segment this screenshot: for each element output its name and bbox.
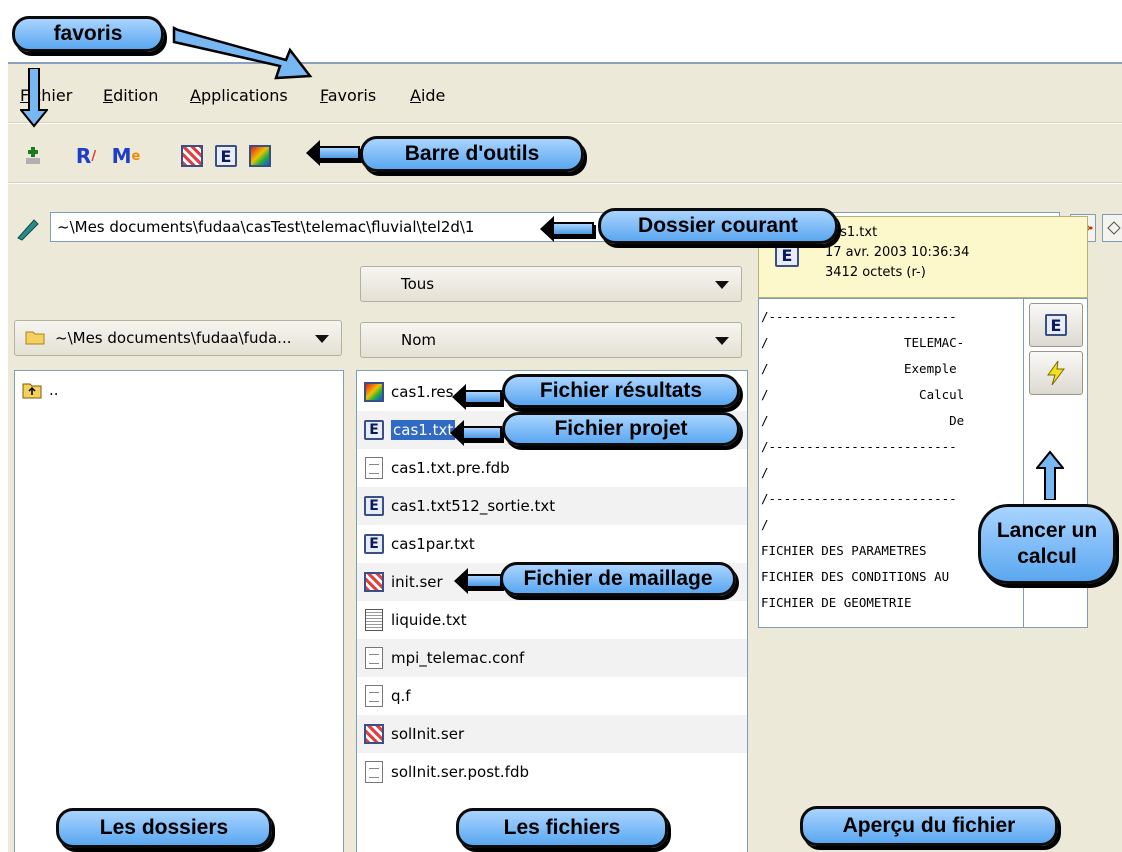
run-calculation-button[interactable]: [1029, 351, 1083, 395]
lightning-icon: [1047, 360, 1065, 386]
preview-line: FICHIER DE GEOMETRIE: [761, 595, 912, 610]
e-icon[interactable]: E: [214, 144, 238, 168]
preview-line: /-------------------------: [761, 439, 957, 454]
sort-combo[interactable]: Nom: [360, 322, 742, 358]
file-item[interactable]: Ecas1par.txt: [357, 525, 747, 563]
callout-folders: Les dossiers: [56, 808, 272, 848]
callout-project-file: Fichier projet: [502, 412, 740, 446]
file-item-label: cas1.res: [391, 383, 454, 401]
file-item[interactable]: q.f: [357, 677, 747, 715]
file-item[interactable]: solInit.ser.post.fdb: [357, 753, 747, 791]
application-window: Fichier Edition Applications Favoris Aid…: [8, 62, 1122, 852]
preview-line: /-------------------------: [761, 491, 957, 506]
folders-panel: ..: [14, 370, 344, 852]
doc-icon: [363, 760, 385, 784]
e-icon: E: [363, 418, 385, 442]
file-item-label: mpi_telemac.conf: [391, 649, 525, 667]
sort-combo-value: Nom: [401, 331, 437, 349]
e-icon: E: [1045, 314, 1067, 336]
e-icon: E: [363, 494, 385, 518]
file-item-label: solInit.ser: [391, 725, 465, 743]
pencil-icon: [14, 214, 42, 246]
open-editor-button[interactable]: E: [1029, 303, 1083, 347]
parent-folder-icon: [21, 378, 43, 402]
file-item-label: solInit.ser.post.fdb: [391, 763, 529, 781]
filter-combo[interactable]: Tous: [360, 266, 742, 302]
preview-filename: cas1.txt: [825, 225, 878, 240]
file-item[interactable]: Ecas1.txt512_sortie.txt: [357, 487, 747, 525]
doc-icon: [363, 456, 385, 480]
callout-toolbar: Barre d'outils: [360, 136, 584, 172]
file-item[interactable]: mpi_telemac.conf: [357, 639, 747, 677]
data-icon: [363, 608, 385, 632]
doc-icon: [363, 646, 385, 670]
arrow-to-favoris-icon: [172, 25, 313, 80]
chevron-down-icon: [715, 281, 729, 289]
preview-text: /------------------------- / TELEMAC- / Ex…: [759, 305, 1021, 625]
filter-combo-value: Tous: [401, 275, 435, 293]
e-icon: E: [775, 243, 799, 267]
grid-icon[interactable]: [180, 144, 204, 168]
file-item-label: cas1.txt.pre.fdb: [391, 459, 510, 477]
preview-line: / TELEMAC-: [761, 335, 965, 350]
callout-files: Les fichiers: [456, 808, 668, 848]
preview-line: /-------------------------: [761, 309, 957, 324]
folder-icon: [25, 329, 45, 349]
callout-run-calc: Lancer un calcul: [978, 504, 1116, 584]
r-icon[interactable]: R /: [74, 144, 98, 168]
preview-date: 17 avr. 2003 10:36:34: [825, 245, 970, 260]
e-icon: E: [363, 532, 385, 556]
toolbar-separator: [8, 182, 1122, 184]
callout-favoris: favoris: [12, 16, 164, 52]
callout-preview: Aperçu du fichier: [800, 806, 1058, 846]
menu-aide[interactable]: Aide: [410, 86, 445, 105]
folder-item-parent[interactable]: ..: [15, 371, 343, 409]
callout-current-folder: Dossier courant: [598, 208, 838, 244]
arrow-down-icon: [18, 67, 50, 132]
chevron-down-icon: [315, 335, 329, 343]
preview-line: FICHIER DES CONDITIONS AU: [761, 569, 950, 584]
preview-line: /: [761, 517, 769, 532]
preview-line: FICHIER DES PARAMETRES: [761, 543, 927, 558]
file-item[interactable]: solInit.ser: [357, 715, 747, 753]
menu-separator: [8, 122, 1122, 124]
preview-line: /: [761, 465, 769, 480]
file-item-label: cas1.txt512_sortie.txt: [391, 497, 556, 515]
file-item[interactable]: liquide.txt: [357, 601, 747, 639]
arrow-left-icon: [450, 420, 502, 446]
folder-combo[interactable]: ~\Mes documents\fudaa\fuda...: [14, 320, 342, 356]
arrow-left-icon: [454, 568, 502, 594]
arrow-left-icon: [540, 216, 594, 242]
arrow-left-icon: [306, 140, 360, 166]
file-item-label: init.ser: [391, 573, 443, 591]
doc-icon: [363, 684, 385, 708]
folder-item-label: ..: [49, 381, 59, 399]
file-item-label: liquide.txt: [391, 611, 467, 629]
preview-size: 3412 octets (r-): [825, 265, 926, 280]
callout-mesh-file: Fichier de maillage: [500, 562, 736, 596]
new-favorite-icon[interactable]: [22, 144, 46, 168]
preview-line: / Exemple: [761, 361, 957, 376]
callout-results-file: Fichier résultats: [502, 374, 740, 408]
file-item-label: q.f: [391, 687, 411, 705]
preview-line: / Calcul: [761, 387, 965, 402]
arrow-up-icon: [1034, 450, 1066, 504]
file-item-label: cas1par.txt: [391, 535, 475, 553]
folder-combo-value: ~\Mes documents\fudaa\fuda...: [55, 329, 292, 347]
chevron-down-icon: [715, 337, 729, 345]
arrow-left-icon: [452, 384, 502, 410]
mesh-icon: [363, 722, 385, 746]
file-item[interactable]: cas1.txt.pre.fdb: [357, 449, 747, 487]
file-item-label: cas1.txt: [391, 420, 456, 440]
results-icon[interactable]: [248, 144, 272, 168]
m-icon[interactable]: Me: [112, 144, 141, 168]
menu-edition[interactable]: Edition: [103, 86, 158, 105]
mesh-icon: [363, 570, 385, 594]
menu-favoris[interactable]: Favoris: [320, 86, 376, 105]
results-icon: [363, 380, 385, 404]
clear-path-button[interactable]: [1102, 214, 1122, 242]
preview-line: / De: [761, 413, 965, 428]
